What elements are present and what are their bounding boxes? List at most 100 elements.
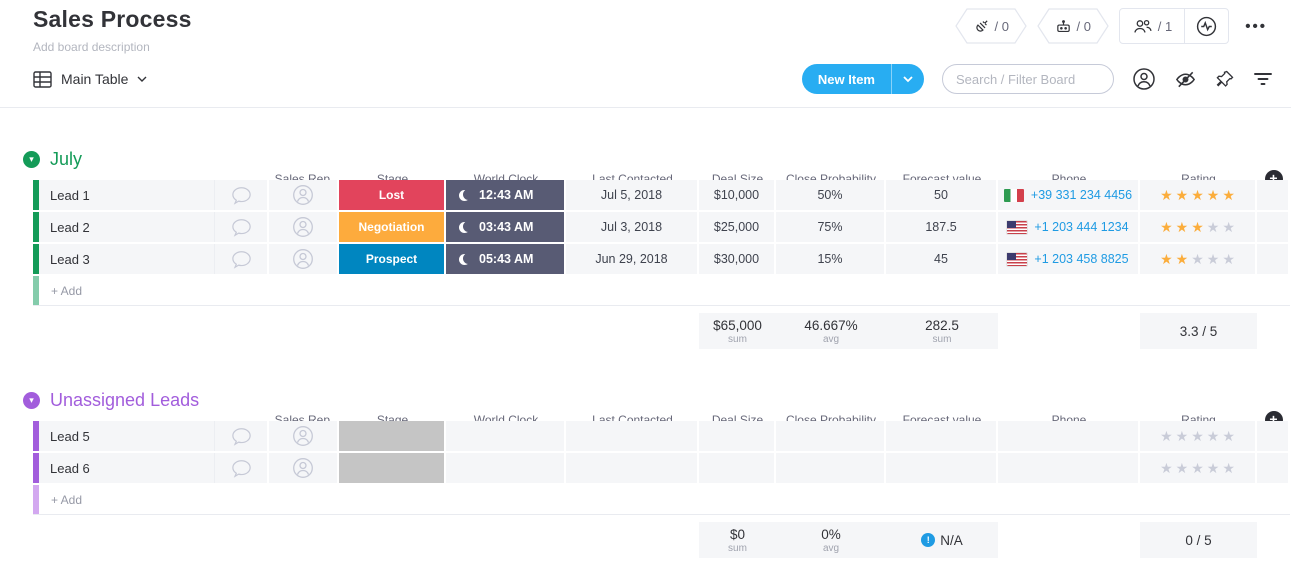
star-icon[interactable]: ★ [1176, 187, 1189, 204]
automations-badge[interactable]: / 0 [1037, 8, 1109, 44]
summary-deal-size[interactable]: $65,000 sum [699, 313, 776, 349]
world-clock-cell[interactable]: 05:43 AM [446, 244, 566, 274]
star-icon[interactable]: ★ [1207, 219, 1220, 236]
star-icon[interactable]: ★ [1191, 219, 1204, 236]
board-title[interactable]: Sales Process [33, 6, 192, 33]
star-icon[interactable]: ★ [1222, 251, 1235, 268]
collapse-group-icon[interactable]: ▾ [23, 392, 40, 409]
star-icon[interactable]: ★ [1222, 219, 1235, 236]
star-icon[interactable]: ★ [1160, 187, 1173, 204]
activity-log-button[interactable] [1185, 9, 1228, 43]
close-probability-cell[interactable] [776, 421, 886, 451]
forecast-value-cell[interactable] [886, 453, 998, 483]
star-icon[interactable]: ★ [1207, 187, 1220, 204]
new-item-button[interactable]: New Item [802, 64, 924, 94]
sales-rep-avatar[interactable] [269, 244, 339, 274]
phone-cell[interactable]: +39 331 234 4456 [998, 180, 1140, 210]
hidden-columns-button[interactable] [1174, 68, 1197, 91]
conversation-button[interactable] [215, 421, 269, 451]
world-clock-cell[interactable] [446, 453, 566, 483]
summary-close-probability[interactable]: 46.667% avg [776, 313, 886, 349]
star-icon[interactable]: ★ [1176, 460, 1189, 477]
more-options-icon[interactable]: ••• [1239, 18, 1273, 35]
summary-deal-size[interactable]: $0 sum [699, 522, 776, 558]
conversation-button[interactable] [215, 244, 269, 274]
sales-rep-avatar[interactable] [269, 453, 339, 483]
board-subscribers-button[interactable]: / 1 [1120, 9, 1184, 43]
phone-cell[interactable]: +1 203 458 8825 [998, 244, 1140, 274]
phone-cell[interactable] [998, 421, 1140, 451]
star-icon[interactable]: ★ [1160, 428, 1173, 445]
world-clock-cell[interactable]: 12:43 AM [446, 180, 566, 210]
close-probability-cell[interactable]: 15% [776, 244, 886, 274]
sales-rep-avatar[interactable] [269, 421, 339, 451]
star-icon[interactable]: ★ [1176, 428, 1189, 445]
conversation-button[interactable] [215, 453, 269, 483]
rating-cell[interactable]: ★★★★★ [1140, 244, 1257, 274]
last-contacted-cell[interactable]: Jul 3, 2018 [566, 212, 699, 242]
collapse-group-icon[interactable]: ▾ [23, 151, 40, 168]
summary-forecast-value[interactable]: 282.5 sum [886, 313, 998, 349]
add-item-row[interactable]: + Add [33, 485, 1290, 515]
phone-number[interactable]: +39 331 234 4456 [1031, 188, 1132, 202]
deal-size-cell[interactable]: $30,000 [699, 244, 776, 274]
star-icon[interactable]: ★ [1222, 187, 1235, 204]
phone-cell[interactable]: +1 203 444 1234 [998, 212, 1140, 242]
add-item-row[interactable]: + Add [33, 276, 1290, 306]
sales-rep-avatar[interactable] [269, 180, 339, 210]
deal-size-cell[interactable]: $25,000 [699, 212, 776, 242]
item-name[interactable]: Lead 6 [39, 453, 215, 483]
star-icon[interactable]: ★ [1222, 460, 1235, 477]
forecast-value-cell[interactable]: 50 [886, 180, 998, 210]
star-icon[interactable]: ★ [1191, 460, 1204, 477]
deal-size-cell[interactable]: $10,000 [699, 180, 776, 210]
summary-rating[interactable]: 3.3 / 5 [1140, 313, 1257, 349]
star-icon[interactable]: ★ [1160, 460, 1173, 477]
summary-rating[interactable]: 0 / 5 [1140, 522, 1257, 558]
forecast-value-cell[interactable] [886, 421, 998, 451]
new-item-dropdown[interactable] [891, 64, 924, 94]
stage-cell[interactable]: Lost [339, 180, 446, 210]
world-clock-cell[interactable] [446, 421, 566, 451]
last-contacted-cell[interactable]: Jun 29, 2018 [566, 244, 699, 274]
last-contacted-cell[interactable] [566, 453, 699, 483]
conversation-button[interactable] [215, 180, 269, 210]
stage-cell[interactable]: Prospect [339, 244, 446, 274]
star-icon[interactable]: ★ [1191, 187, 1204, 204]
summary-forecast-value[interactable]: ! N/A [886, 522, 998, 558]
item-name[interactable]: Lead 1 [39, 180, 215, 210]
star-icon[interactable]: ★ [1160, 251, 1173, 268]
rating-cell[interactable]: ★★★★★ [1140, 421, 1257, 451]
close-probability-cell[interactable]: 50% [776, 180, 886, 210]
search-input[interactable] [956, 72, 1100, 87]
forecast-value-cell[interactable]: 187.5 [886, 212, 998, 242]
rating-cell[interactable]: ★★★★★ [1140, 212, 1257, 242]
last-contacted-cell[interactable] [566, 421, 699, 451]
star-icon[interactable]: ★ [1191, 251, 1204, 268]
star-icon[interactable]: ★ [1191, 428, 1204, 445]
phone-number[interactable]: +1 203 444 1234 [1034, 220, 1128, 234]
sales-rep-avatar[interactable] [269, 212, 339, 242]
last-contacted-cell[interactable]: Jul 5, 2018 [566, 180, 699, 210]
person-filter-button[interactable] [1132, 67, 1156, 91]
stage-cell-empty[interactable] [339, 421, 446, 451]
pin-button[interactable] [1215, 69, 1235, 89]
forecast-value-cell[interactable]: 45 [886, 244, 998, 274]
star-icon[interactable]: ★ [1207, 460, 1220, 477]
phone-number[interactable]: +1 203 458 8825 [1034, 252, 1128, 266]
integrations-badge[interactable]: / 0 [955, 8, 1027, 44]
phone-cell[interactable] [998, 453, 1140, 483]
conversation-button[interactable] [215, 212, 269, 242]
deal-size-cell[interactable] [699, 421, 776, 451]
star-icon[interactable]: ★ [1176, 219, 1189, 236]
star-icon[interactable]: ★ [1176, 251, 1189, 268]
close-probability-cell[interactable]: 75% [776, 212, 886, 242]
world-clock-cell[interactable]: 03:43 AM [446, 212, 566, 242]
deal-size-cell[interactable] [699, 453, 776, 483]
filter-button[interactable] [1253, 71, 1273, 87]
rating-cell[interactable]: ★★★★★ [1140, 180, 1257, 210]
star-icon[interactable]: ★ [1222, 428, 1235, 445]
stage-cell-empty[interactable] [339, 453, 446, 483]
star-icon[interactable]: ★ [1207, 251, 1220, 268]
board-description-placeholder[interactable]: Add board description [33, 40, 192, 54]
